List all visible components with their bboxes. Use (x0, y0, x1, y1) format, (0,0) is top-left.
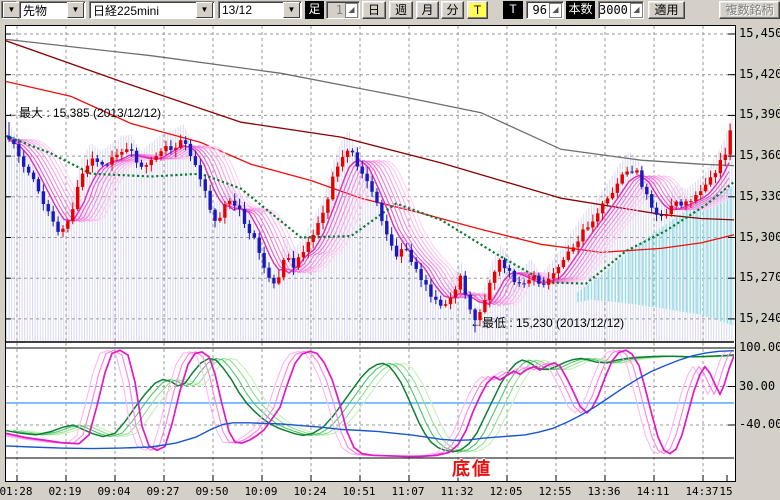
price-chart-svg (6, 26, 735, 481)
time-axis-label: 10:09 (241, 485, 281, 498)
contract-month-select[interactable]: 13/12 ▼ (218, 1, 302, 19)
oscillator-axis-label: -40.00 (739, 417, 780, 431)
time-axis-label: 09:04 (94, 485, 134, 498)
spin-icon[interactable]: ◢ (630, 3, 643, 18)
symbol-select[interactable]: 日経225mini ▼ (89, 1, 215, 19)
tick-count-label: T (503, 1, 523, 19)
min-price-annotation: ←最低 : 15,230 (2013/12/12) (470, 314, 624, 331)
day-button[interactable]: 日 (362, 1, 386, 19)
time-axis-label: 02:19 (45, 485, 85, 498)
symbol-value: 日経225mini (90, 2, 195, 19)
bottom-price-annotation: 底値 (452, 455, 492, 481)
category-value: 先物 (20, 2, 66, 19)
time-axis-label: 11:07 (388, 485, 428, 498)
price-axis-label: 15,450 (739, 26, 780, 40)
price-axis-label: 15,300 (739, 230, 780, 244)
chevron-down-icon[interactable]: ▼ (67, 2, 84, 18)
chevron-down-icon[interactable]: ▼ (3, 2, 20, 18)
month-button[interactable]: 月 (416, 1, 439, 19)
category-select[interactable]: 先物 ▼ (19, 1, 86, 19)
time-axis-label: 10:24 (290, 485, 330, 498)
tick-button[interactable]: T (467, 1, 488, 19)
week-button[interactable]: 週 (389, 1, 413, 19)
time-axis-label: 09:50 (192, 485, 232, 498)
multi-symbol-button: 複数銘柄 (719, 1, 780, 19)
time-axis-label: 01:28 (0, 485, 36, 498)
spin-icon[interactable]: ◢ (345, 3, 358, 18)
tick-count-value: 96 (527, 3, 548, 17)
price-axis-label: 15,270 (739, 270, 780, 284)
price-axis-label: 15,390 (739, 107, 780, 121)
tick-count-stepper[interactable]: 96 ◢ (526, 1, 564, 19)
time-axis-label: 10:51 (339, 485, 379, 498)
bars-stepper[interactable]: 3000 ◢ (598, 1, 644, 19)
ashi-label: 足 (305, 1, 324, 19)
mini-combo[interactable]: ▼ (1, 1, 17, 19)
price-axis-label: 15,360 (739, 148, 780, 162)
bars-label: 本数 (566, 1, 595, 19)
time-axis-label: 09:27 (143, 485, 183, 498)
contract-month-value: 13/12 (219, 3, 282, 17)
oscillator-axis-label: 30.00 (739, 379, 780, 393)
time-axis-label: 13:36 (584, 485, 624, 498)
chevron-down-icon[interactable]: ▼ (283, 2, 300, 18)
price-axis-label: 15,240 (739, 311, 780, 325)
oscillator-axis-label: 100.00 (739, 340, 780, 354)
time-axis-label: 12:05 (486, 485, 526, 498)
apply-button[interactable]: 適用 (648, 1, 685, 19)
price-axis-label: 15,330 (739, 189, 780, 203)
toolbar: ▼ 先物 ▼ 日経225mini ▼ 13/12 ▼ 足 1 ◢ 日 週 月 分… (0, 0, 780, 22)
chevron-down-icon[interactable]: ▼ (196, 2, 213, 18)
max-price-annotation: ←最大 : 15,385 (2013/12/12) (7, 104, 161, 121)
interval-stepper[interactable]: 1 ◢ (326, 1, 360, 19)
time-axis-label: 11:32 (437, 485, 477, 498)
spin-icon[interactable]: ◢ (549, 3, 562, 18)
minute-button[interactable]: 分 (441, 1, 464, 19)
time-axis-label: 12:55 (535, 485, 575, 498)
chart-area (5, 25, 736, 482)
time-axis-label: 14:11 (633, 485, 673, 498)
bars-value: 3000 (599, 3, 629, 17)
time-axis-label: 15 (706, 485, 746, 498)
price-axis-label: 15,420 (739, 67, 780, 81)
interval-value: 1 (327, 3, 344, 17)
